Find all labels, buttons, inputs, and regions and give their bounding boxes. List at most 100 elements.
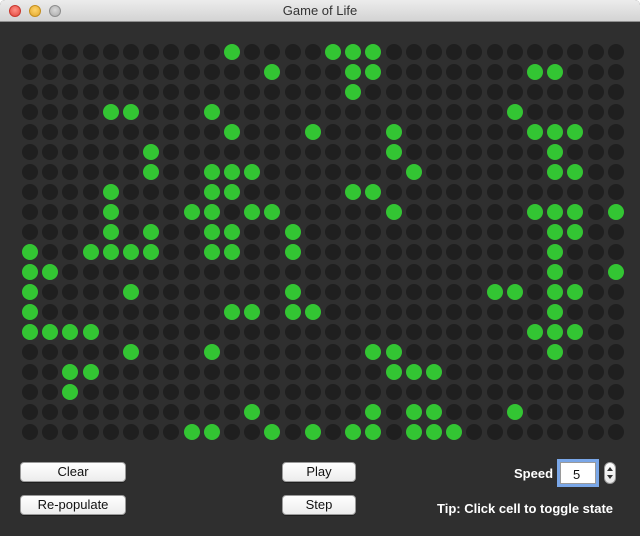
grid-cell[interactable] [83,364,99,380]
grid-cell[interactable] [103,84,119,100]
grid-cell[interactable] [588,264,604,280]
grid-cell[interactable] [204,144,220,160]
grid-cell[interactable] [608,404,624,420]
grid-cell[interactable] [426,244,442,260]
grid-cell[interactable] [123,424,139,440]
grid-cell[interactable] [143,244,159,260]
grid-cell[interactable] [386,44,402,60]
grid-cell[interactable] [426,144,442,160]
grid-cell[interactable] [507,304,523,320]
grid-cell[interactable] [325,384,341,400]
grid-cell[interactable] [567,384,583,400]
grid-cell[interactable] [143,64,159,80]
grid-cell[interactable] [143,144,159,160]
grid-cell[interactable] [224,284,240,300]
grid-cell[interactable] [507,84,523,100]
grid-cell[interactable] [22,104,38,120]
grid-cell[interactable] [285,244,301,260]
grid-cell[interactable] [527,104,543,120]
grid-cell[interactable] [588,164,604,180]
grid-cell[interactable] [224,84,240,100]
grid-cell[interactable] [446,84,462,100]
grid-cell[interactable] [386,264,402,280]
grid-cell[interactable] [184,164,200,180]
grid-cell[interactable] [143,404,159,420]
grid-cell[interactable] [325,64,341,80]
grid-cell[interactable] [466,104,482,120]
grid-cell[interactable] [42,204,58,220]
grid-cell[interactable] [487,84,503,100]
grid-cell[interactable] [487,204,503,220]
grid-cell[interactable] [608,264,624,280]
grid-cell[interactable] [184,204,200,220]
grid-cell[interactable] [264,204,280,220]
grid-cell[interactable] [527,364,543,380]
grid-cell[interactable] [588,104,604,120]
grid-cell[interactable] [365,44,381,60]
grid-cell[interactable] [244,404,260,420]
grid-cell[interactable] [608,144,624,160]
grid-cell[interactable] [547,344,563,360]
grid-cell[interactable] [466,364,482,380]
grid-cell[interactable] [466,204,482,220]
repopulate-button[interactable]: Re-populate [20,495,126,515]
grid-cell[interactable] [325,164,341,180]
grid-cell[interactable] [547,264,563,280]
grid-cell[interactable] [123,284,139,300]
grid-cell[interactable] [345,64,361,80]
grid-cell[interactable] [365,384,381,400]
grid-cell[interactable] [285,264,301,280]
grid-cell[interactable] [608,324,624,340]
grid-cell[interactable] [426,204,442,220]
grid-cell[interactable] [487,104,503,120]
grid-cell[interactable] [184,84,200,100]
grid-cell[interactable] [567,164,583,180]
grid-cell[interactable] [567,244,583,260]
grid-cell[interactable] [22,244,38,260]
grid-cell[interactable] [103,124,119,140]
grid-cell[interactable] [547,204,563,220]
stepper-up-arrow-icon[interactable] [607,467,613,471]
grid-cell[interactable] [285,44,301,60]
grid-cell[interactable] [426,264,442,280]
grid-cell[interactable] [466,164,482,180]
grid-cell[interactable] [527,124,543,140]
grid-cell[interactable] [527,404,543,420]
grid-cell[interactable] [365,104,381,120]
grid-cell[interactable] [345,264,361,280]
grid-cell[interactable] [345,244,361,260]
grid-cell[interactable] [62,64,78,80]
grid-cell[interactable] [83,204,99,220]
grid-cell[interactable] [365,144,381,160]
grid-cell[interactable] [386,224,402,240]
grid-cell[interactable] [62,164,78,180]
grid-cell[interactable] [345,424,361,440]
grid-cell[interactable] [487,384,503,400]
grid-cell[interactable] [567,144,583,160]
grid-cell[interactable] [588,244,604,260]
grid-cell[interactable] [446,224,462,240]
grid-cell[interactable] [426,344,442,360]
grid-cell[interactable] [527,424,543,440]
grid-cell[interactable] [426,84,442,100]
speed-stepper[interactable] [604,462,616,484]
grid-cell[interactable] [305,264,321,280]
grid-cell[interactable] [285,204,301,220]
grid-cell[interactable] [487,284,503,300]
grid-cell[interactable] [325,304,341,320]
grid-cell[interactable] [123,184,139,200]
grid-cell[interactable] [588,204,604,220]
grid-cell[interactable] [264,344,280,360]
grid-cell[interactable] [588,44,604,60]
grid-cell[interactable] [406,124,422,140]
grid-cell[interactable] [406,304,422,320]
grid-cell[interactable] [507,204,523,220]
grid-cell[interactable] [406,344,422,360]
grid-cell[interactable] [22,364,38,380]
grid-cell[interactable] [22,304,38,320]
grid-cell[interactable] [608,164,624,180]
grid-cell[interactable] [244,364,260,380]
grid-cell[interactable] [224,184,240,200]
grid-cell[interactable] [567,404,583,420]
grid-cell[interactable] [184,344,200,360]
